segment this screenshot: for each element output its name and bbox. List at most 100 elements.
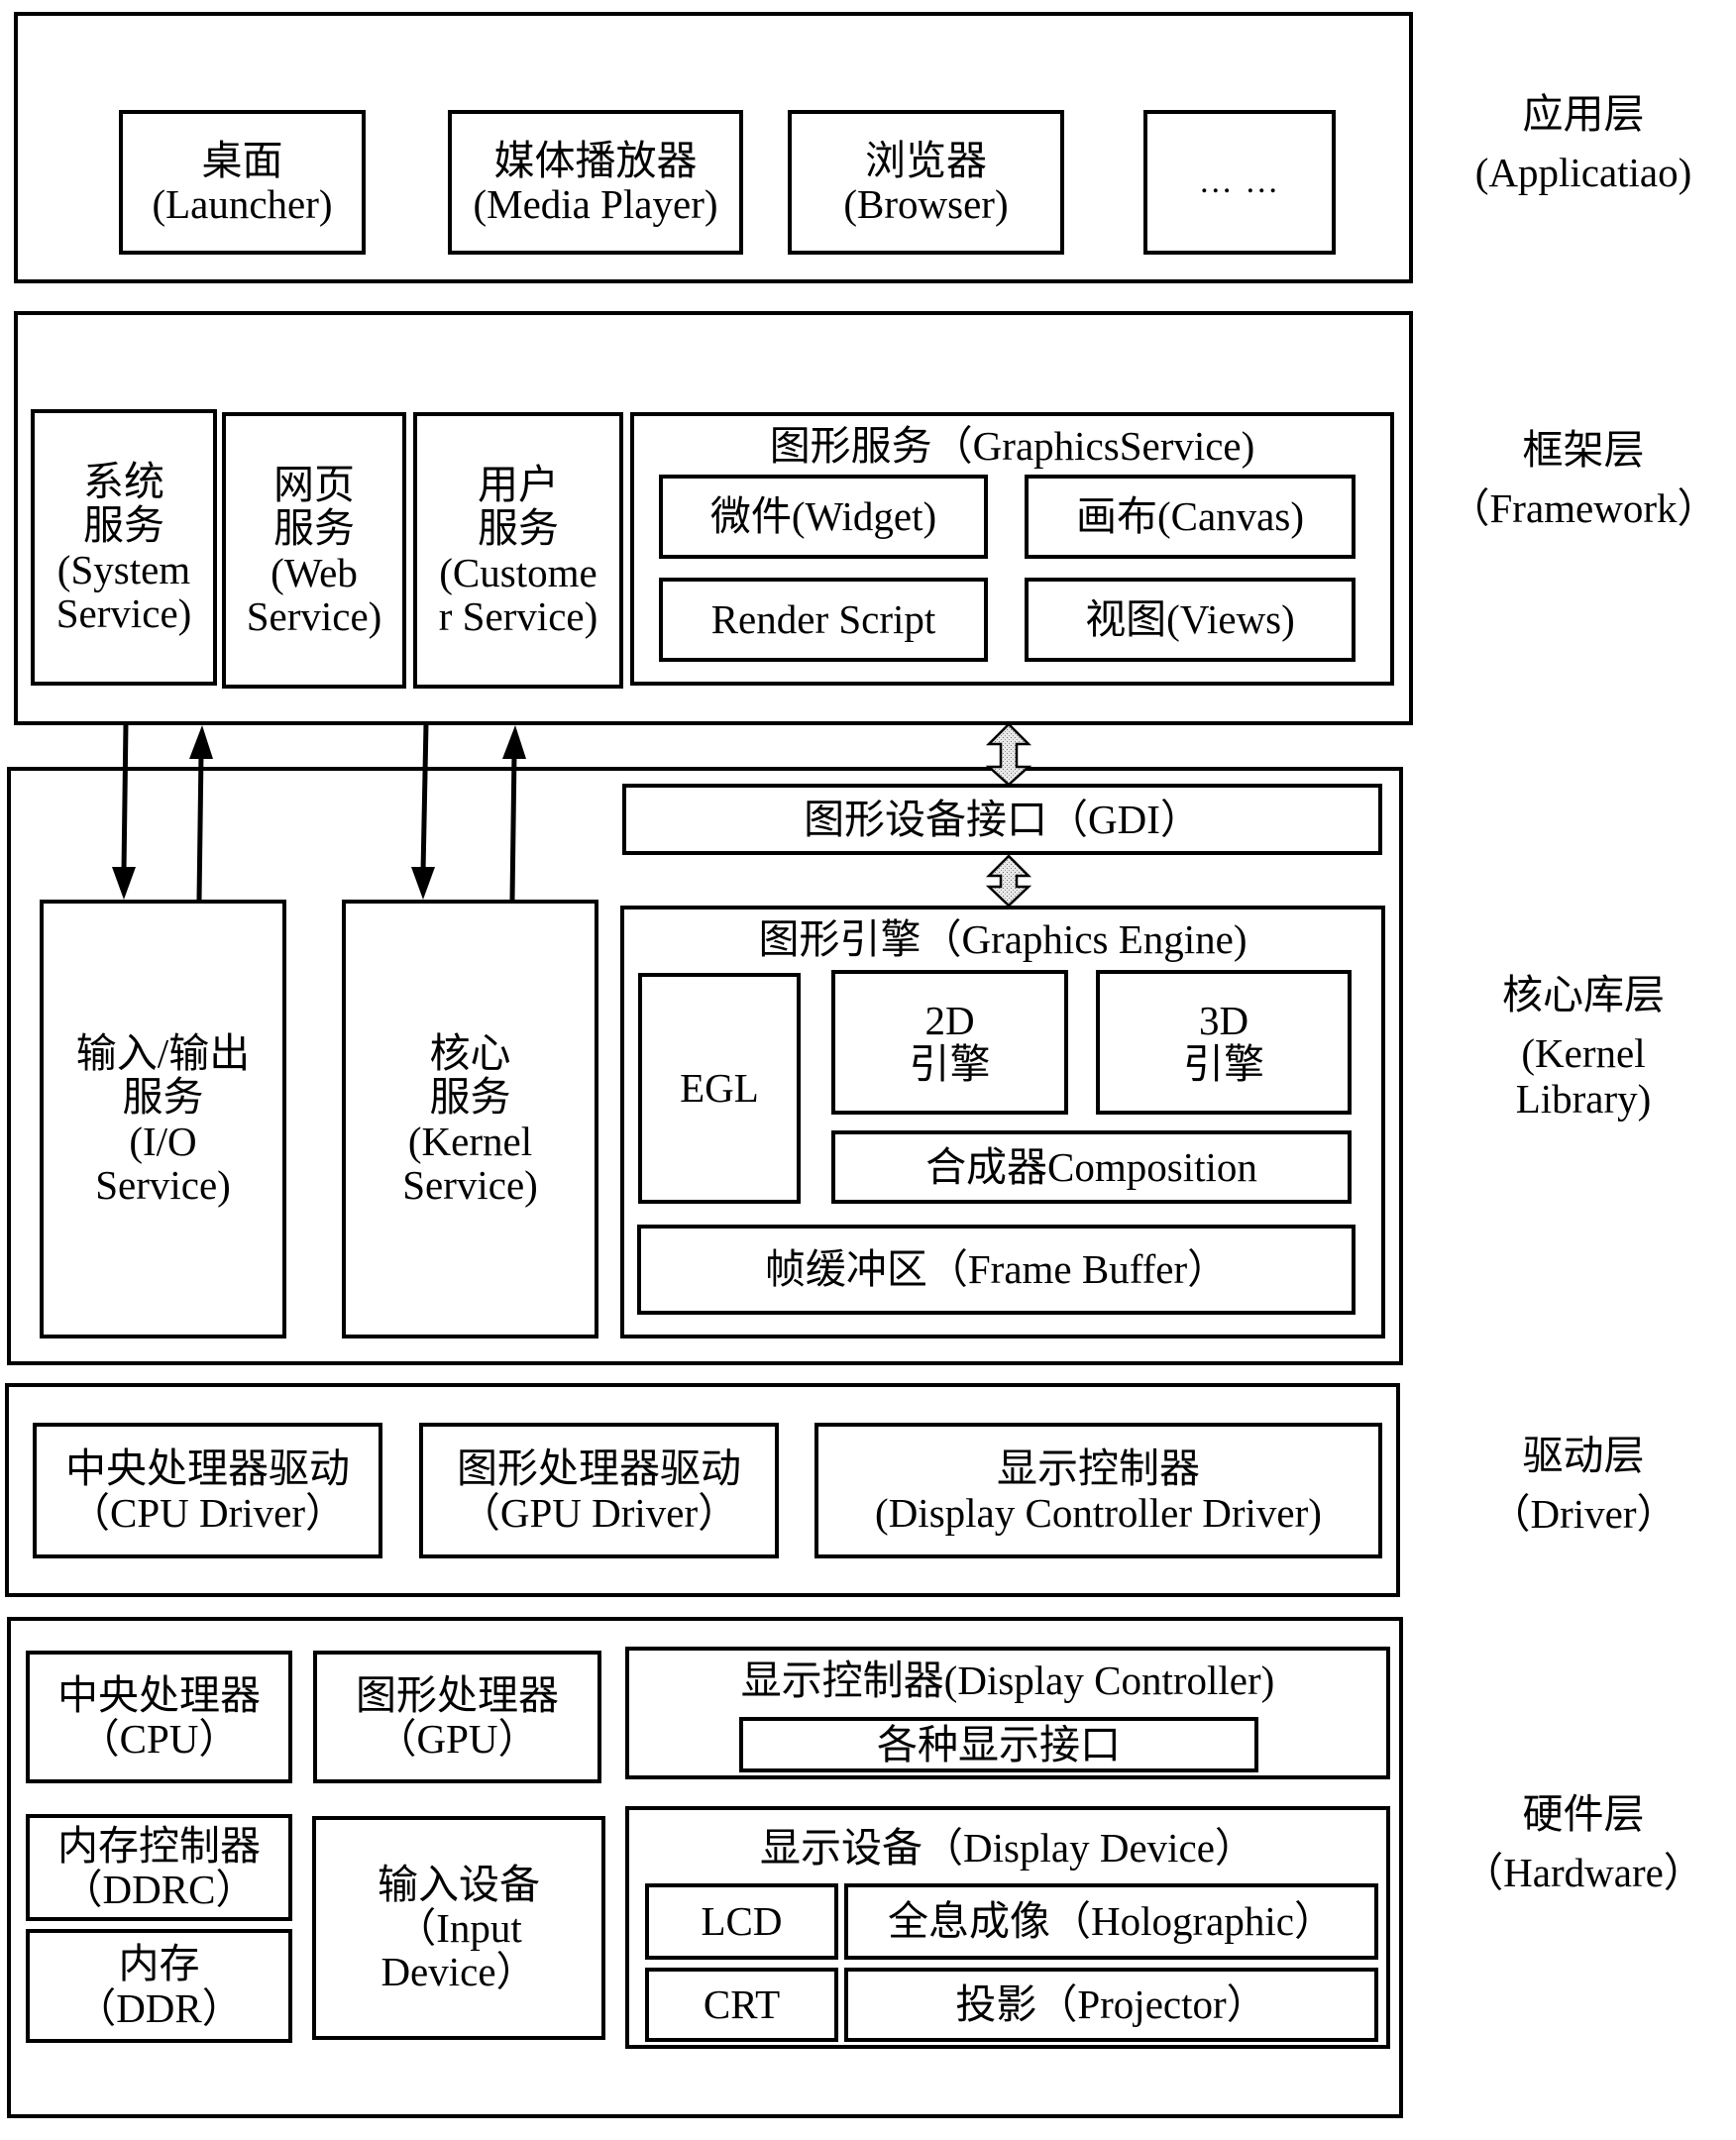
engine-2d-l2: 引擎 [909,1041,991,1087]
views-label: 视图(Views) [1085,596,1295,643]
io-service-l1: 输入/输出 [75,1029,251,1076]
system-service-l4: Service) [55,589,192,636]
widget-box: 微件(Widget) [659,475,988,559]
display-device-title: 显示设备（Display Device） [760,1825,1255,1871]
system-service: 系统 服务 (System Service) [31,409,217,686]
cpu-driver-en: （CPU Driver） [68,1489,346,1536]
web-service-l2: 服务 [273,505,355,552]
display-ports-label: 各种显示接口 [877,1721,1121,1767]
customer-service-l4: r Service) [438,592,598,639]
ddrc-cn: 内存控制器 [57,1822,261,1869]
display-controller-driver: 显示控制器 (Display Controller Driver) [814,1423,1382,1558]
kernel-service-l2: 服务 [429,1074,511,1121]
app-media-player-en: (Media Player) [473,181,718,227]
holographic-label: 全息成像（Holographic） [888,1898,1335,1945]
app-more: … … [1143,110,1336,255]
cpu-driver: 中央处理器驱动 （CPU Driver） [33,1423,382,1558]
display-ports-box: 各种显示接口 [739,1717,1258,1772]
frame-buffer-label: 帧缓冲区（Frame Buffer） [764,1246,1229,1293]
egl-box: EGL [638,973,801,1204]
kernel-service-l1: 核心 [429,1029,511,1076]
system-service-l3: (System [56,546,191,592]
composition-label: 合成器Composition [925,1143,1257,1190]
framework-layer-label-cn: 框架层 [1522,427,1645,473]
engine-2d-l1: 2D [924,997,975,1043]
driver-layer-label: 驱动层 （Driver） [1435,1427,1732,1545]
web-service-l3: (Web [271,549,358,595]
kernel-layer-label-cn: 核心库层 [1502,972,1665,1017]
web-service: 网页 服务 (Web Service) [222,412,406,689]
input-device-l1: 输入设备 [378,1861,540,1907]
io-service: 输入/输出 服务 (I/O Service) [40,900,286,1338]
io-service-l4: Service) [95,1161,231,1208]
io-service-l2: 服务 [122,1074,204,1121]
display-controller-title: 显示控制器(Display Controller) [740,1658,1275,1703]
app-launcher: 桌面 (Launcher) [119,110,366,255]
gpu-driver: 图形处理器驱动 （GPU Driver） [419,1423,779,1558]
projector-box: 投影（Projector） [844,1968,1378,2042]
gdi-box: 图形设备接口（GDI） [622,784,1382,855]
ddr-box: 内存 （DDR） [26,1929,292,2043]
web-service-l1: 网页 [273,461,355,507]
app-media-player-cn: 媒体播放器 [493,137,698,183]
system-service-l2: 服务 [83,502,164,549]
driver-layer-label-en: （Driver） [1489,1491,1678,1538]
canvas-box: 画布(Canvas) [1025,475,1356,559]
engine-2d-box: 2D 引擎 [831,970,1068,1115]
egl-label: EGL [680,1065,759,1112]
holographic-box: 全息成像（Holographic） [844,1883,1378,1960]
cpu-box: 中央处理器 （CPU） [26,1651,292,1783]
customer-service-l3: (Custome [439,549,597,595]
hardware-layer-label-cn: 硬件层 [1522,1791,1645,1837]
gpu-driver-cn: 图形处理器驱动 [457,1445,741,1492]
input-device-box: 输入设备 （Input Device） [312,1816,605,2040]
ddr-cn: 内存 [118,1941,200,1987]
io-service-l3: (I/O [129,1118,197,1164]
input-device-l2: （Input [395,1904,522,1951]
kernel-layer-label-en2: Library) [1515,1075,1652,1122]
customer-service-l2: 服务 [478,505,559,552]
widget-label: 微件(Widget) [709,493,937,540]
display-controller-driver-cn: 显示控制器 [997,1445,1200,1492]
system-service-l1: 系统 [83,458,164,504]
graphics-engine-title: 图形引擎（Graphics Engine) [758,916,1248,962]
canvas-label: 画布(Canvas) [1075,493,1304,540]
render-script-label: Render Script [710,596,936,643]
crt-box: CRT [645,1968,838,2042]
web-service-l4: Service) [246,592,382,639]
gpu-en: （GPU） [376,1716,539,1762]
gpu-driver-en: （GPU Driver） [459,1489,739,1536]
ddrc-box: 内存控制器 （DDRC） [26,1814,292,1921]
gpu-cn: 图形处理器 [356,1671,559,1718]
gdi-label: 图形设备接口（GDI） [804,796,1201,842]
display-controller-driver-en: (Display Controller Driver) [875,1489,1322,1536]
graphics-service-title: 图形服务（GraphicsService) [769,423,1255,469]
hardware-layer-label: 硬件层 （Hardware） [1435,1785,1732,1903]
framework-layer-label-en: （Framework） [1449,485,1718,532]
application-layer-label-cn: 应用层 [1522,91,1645,137]
kernel-service-l3: (Kernel [407,1118,533,1164]
application-layer-label-en: (Applicatiao) [1474,150,1692,196]
app-launcher-en: (Launcher) [152,181,333,227]
cpu-cn: 中央处理器 [57,1671,261,1718]
app-browser-en: (Browser) [843,181,1009,227]
driver-layer-label-cn: 驱动层 [1522,1433,1645,1478]
kernel-service-l4: Service) [402,1161,538,1208]
app-browser: 浏览器 (Browser) [788,110,1064,255]
hardware-layer-label-en: （Hardware） [1463,1850,1704,1896]
lcd-label: LCD [701,1898,783,1945]
frame-buffer-box: 帧缓冲区（Frame Buffer） [637,1225,1356,1315]
app-browser-cn: 浏览器 [865,137,987,183]
input-device-l3: Device） [380,1949,537,1995]
ddrc-en: （DDRC） [61,1867,257,1912]
application-layer-label: 应用层 (Applicatiao) [1435,85,1732,203]
lcd-box: LCD [645,1883,838,1960]
customer-service: 用户 服务 (Custome r Service) [413,412,623,689]
ddr-en: （DDR） [75,1984,243,2031]
kernel-layer-label: 核心库层 (Kernel Library) [1435,966,1732,1128]
ellipsis-text: … … [1198,162,1281,200]
engine-3d-box: 3D 引擎 [1096,970,1352,1115]
views-box: 视图(Views) [1025,578,1356,662]
framework-layer-label: 框架层 （Framework） [1435,421,1732,539]
engine-3d-l1: 3D [1198,997,1249,1043]
